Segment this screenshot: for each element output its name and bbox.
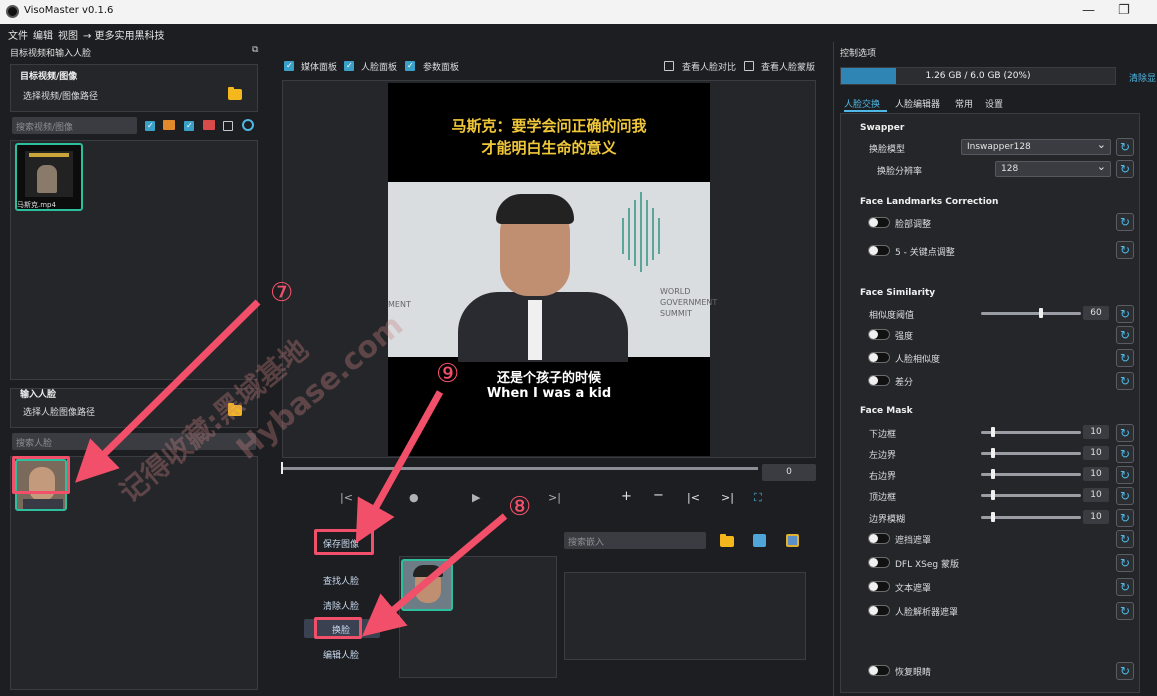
arrow-nine <box>355 390 444 544</box>
arrow-eight <box>361 513 508 637</box>
annotation-arrows <box>75 299 508 637</box>
arrow-seven <box>75 299 261 483</box>
